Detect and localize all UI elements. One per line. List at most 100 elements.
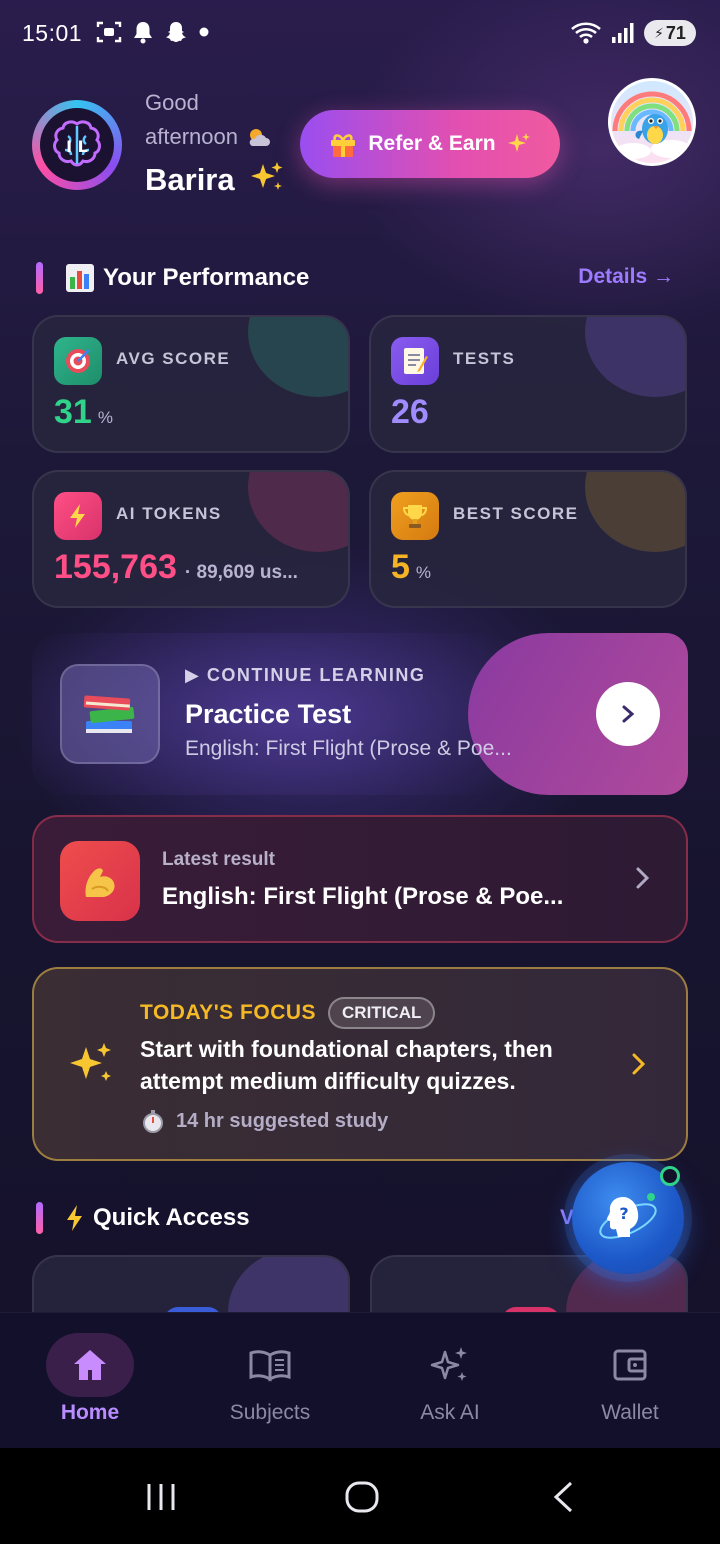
battery-icon: ⚡ 71 [644,20,696,46]
lightning-icon [67,1205,82,1231]
details-link[interactable]: Details → [578,265,674,289]
profile-avatar[interactable] [608,78,696,166]
status-time: 15:01 [22,20,83,46]
book-icon [249,1350,291,1382]
lightning-icon [54,492,102,540]
focus-meta: 14 hr suggested study [140,1108,388,1134]
section-accent-bar [36,1202,43,1234]
nav-wallet-label: Wallet [601,1401,659,1424]
ai-tokens-card[interactable]: AI TOKENS 155,763 · 89,609 us... [32,470,350,608]
books-icon [60,664,160,764]
nav-ask-ai[interactable]: Ask AI [360,1333,540,1425]
svg-text:?: ? [619,1204,628,1223]
battery-level: 71 [665,22,686,43]
tests-label: TESTS [453,349,516,368]
nav-wallet[interactable]: Wallet [540,1333,720,1425]
memo-icon [391,337,439,385]
card-decor [585,317,685,397]
screenshot-icon [96,21,122,43]
status-icons-right: ⚡ 71 [570,20,696,46]
sparkles-icon [251,162,283,190]
nav-home[interactable]: Home [0,1333,180,1425]
chevron-right-icon [632,1053,646,1075]
quick-access-header: Quick Access [36,1202,250,1234]
nav-subjects[interactable]: Subjects [180,1333,360,1425]
nav-home-label: Home [60,1401,120,1424]
target-icon [54,337,102,385]
play-icon: ▶ [185,665,201,685]
continue-learning-kicker-text: CONTINUE LEARNING [206,665,426,685]
flexed-biceps-icon [60,841,140,921]
svg-text:I L: I L [66,137,88,156]
sparkles-icon [430,1347,467,1381]
avg-score-card[interactable]: AVG SCORE 31% [32,315,350,453]
refer-earn-button[interactable]: Refer & Earn [300,110,560,178]
priority-badge: CRITICAL [328,997,436,1029]
home-button-icon[interactable] [344,1480,380,1514]
brain-icon: I L [53,120,101,167]
arrow-right-icon: → [653,265,674,288]
focus-title: TODAY'S FOCUS [140,1001,317,1024]
recents-icon[interactable] [144,1482,178,1512]
chevron-right-icon [622,705,635,723]
avg-score-label: AVG SCORE [116,349,231,368]
card-decor [248,472,348,552]
sparkles-icon [70,1043,111,1081]
bottom-nav: Home Subjects Ask AI Wallet [0,1312,720,1448]
todays-focus-card[interactable]: TODAY'S FOCUS CRITICAL Start with founda… [32,967,688,1161]
ai-tokens-value: 155,763 [54,548,177,586]
latest-result-card[interactable]: Latest result English: First Flight (Pro… [32,815,688,943]
quick-access-title: Quick Access [93,1204,250,1231]
online-indicator [660,1166,680,1186]
stopwatch-icon [143,1110,163,1133]
best-score-card[interactable]: BEST SCORE 5% [369,470,687,608]
bird-avatar-icon [612,91,692,159]
continue-learning-subtitle: English: First Flight (Prose & Poe... [185,737,512,760]
continue-learning-title: Practice Test [185,699,352,729]
continue-button[interactable] [596,682,660,746]
system-nav-bar [0,1448,720,1544]
back-icon[interactable] [550,1480,576,1514]
head-question-icon: ? [599,1193,657,1239]
user-name-text: Barira [145,162,235,197]
tests-card[interactable]: TESTS 26 [369,315,687,453]
home-icon [74,1350,106,1380]
status-icons-left [96,20,210,44]
best-score-value: 5 [391,548,410,586]
signal-icon [612,23,634,43]
bell-icon [134,22,152,44]
focus-header: TODAY'S FOCUS CRITICAL [140,997,436,1029]
best-score-label: BEST SCORE [453,504,579,523]
card-decor [248,317,348,397]
nav-ask-ai-label: Ask AI [420,1401,480,1424]
gift-icon [331,134,356,157]
ai-tokens-label: AI TOKENS [116,504,222,523]
latest-result-title: English: First Flight (Prose & Poe... [162,883,564,910]
performance-title: Your Performance [103,264,310,291]
app-logo[interactable]: I L [32,100,122,190]
sun-cloud-icon [249,129,270,146]
avg-score-value: 31 [54,393,92,431]
best-score-value-row: 5% [391,548,431,587]
user-name: Barira [145,160,285,198]
trophy-icon [391,492,439,540]
focus-text: Start with foundational chapters, then a… [140,1036,553,1094]
ai-tokens-value-row: 155,763 · 89,609 us... [54,548,298,587]
greeting-line1: Good [145,90,199,115]
latest-result-label: Latest result [162,849,275,870]
dot-icon [199,27,209,37]
greeting-line2: afternoon [145,124,238,149]
performance-section-header: Your Performance [36,262,309,294]
sparkle-icon [507,133,530,152]
refer-earn-label: Refer & Earn [368,132,496,155]
card-decor [585,472,685,552]
chevron-right-icon [636,867,650,889]
focus-meta-text: 14 hr suggested study [176,1109,389,1132]
continue-learning-card[interactable]: ▶ CONTINUE LEARNING Practice Test Englis… [32,633,688,795]
wallet-icon [613,1349,647,1381]
avg-score-unit: % [97,408,113,427]
best-score-unit: % [415,563,432,582]
continue-learning-kicker: ▶ CONTINUE LEARNING [185,665,425,686]
avg-score-value-row: 31% [54,393,113,432]
tests-value: 26 [391,393,429,431]
